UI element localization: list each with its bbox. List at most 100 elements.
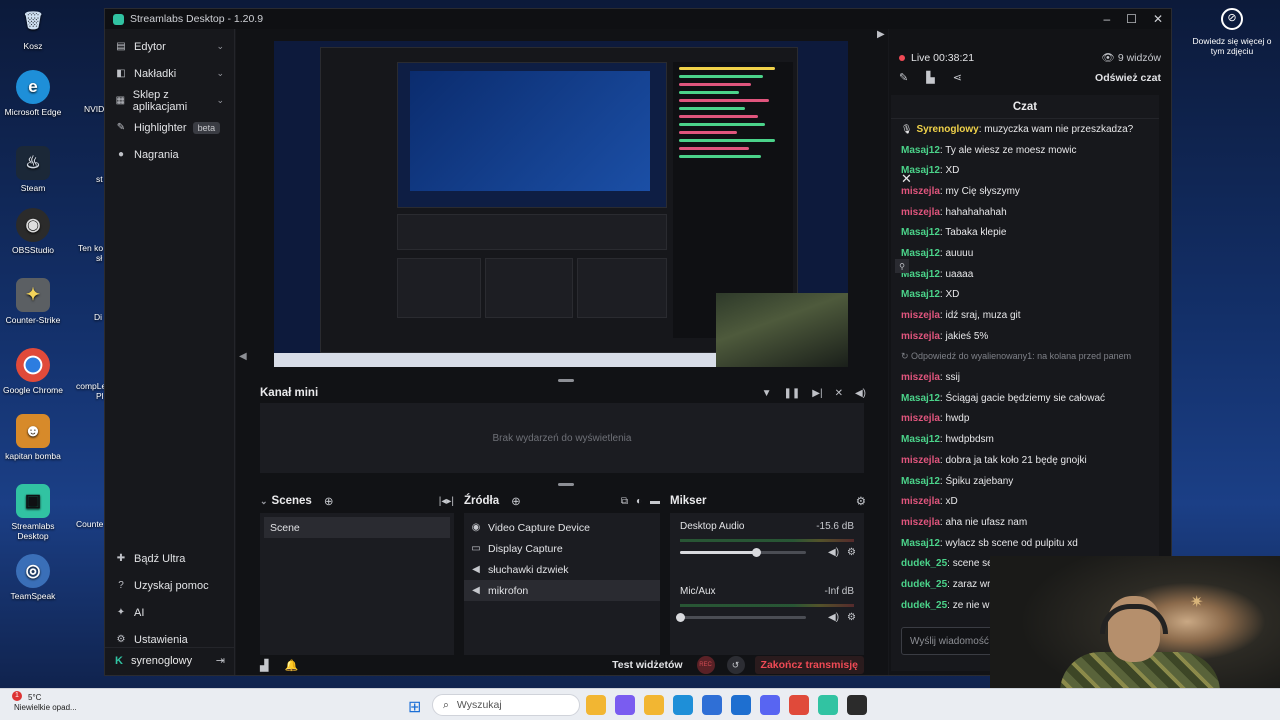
chat-username[interactable]: Masaj12 — [901, 289, 940, 300]
collapse-sidebar-icon[interactable]: ◀ — [239, 351, 247, 362]
chat-username[interactable]: miszejla — [901, 207, 940, 218]
desktop-icon-kapitan-bomba[interactable]: ☻ kapitan bomba — [0, 414, 66, 461]
chrome-icon[interactable] — [789, 695, 809, 715]
source-item-display-capture[interactable]: ▭ Display Capture — [464, 538, 660, 559]
minimize-button[interactable]: – — [1103, 12, 1110, 26]
resize-handle[interactable] — [558, 483, 574, 486]
scene-item[interactable]: Scene — [264, 517, 450, 538]
close-button[interactable]: ✕ — [1153, 12, 1163, 26]
chat-username[interactable]: Masaj12 — [901, 538, 940, 549]
sidebar-item-ai[interactable]: ✦ AI — [105, 599, 235, 626]
mixer-settings-icon[interactable]: ⚙ — [856, 494, 866, 508]
discord-icon[interactable] — [760, 695, 780, 715]
folder-icon[interactable] — [644, 695, 664, 715]
test-widgets-button[interactable]: Test widżetów — [612, 659, 682, 671]
end-stream-button[interactable]: Zakończ transmisję — [754, 656, 864, 674]
chat-username[interactable]: dudek_25 — [901, 558, 947, 569]
add-scene-icon[interactable]: ⊕ — [324, 494, 334, 508]
sidebar-item-editor[interactable]: ▤ Edytor ⌄ — [105, 33, 234, 60]
edit-stream-icon[interactable]: ✎ — [899, 71, 908, 84]
add-source-icon[interactable]: ⊕ — [511, 494, 521, 508]
source-item-video-capture[interactable]: ◉ Video Capture Device — [464, 517, 660, 538]
chat-username[interactable]: Masaj12 — [901, 434, 940, 445]
desktop-icon-obs[interactable]: ◉ OBSStudio — [0, 208, 66, 255]
source-group-icon[interactable]: ⧉ — [621, 496, 628, 507]
chat-username[interactable]: Masaj12 — [901, 145, 940, 156]
store-icon[interactable] — [702, 695, 722, 715]
sidebar-item-ultra[interactable]: ✚ Bądź Ultra — [105, 545, 235, 572]
volume-slider-knob[interactable] — [751, 548, 761, 557]
replay-buffer-icon[interactable]: ↺ — [726, 656, 745, 674]
volume-slider-knob[interactable] — [676, 613, 685, 622]
chat-username[interactable]: dudek_25 — [901, 600, 947, 611]
scene-transitions-icon[interactable]: |◂▸| — [439, 496, 454, 507]
desktop-icon-counter-strike[interactable]: ✦ Counter-Strike — [0, 278, 66, 325]
notifications-icon[interactable]: 🔔 — [284, 659, 298, 672]
windows-start-icon[interactable]: ⊞ — [408, 697, 421, 717]
weather-widget[interactable]: 1 5°C Niewielkie opad... — [12, 691, 77, 712]
stream-preview[interactable] — [274, 41, 848, 367]
desktop-icon-edge[interactable]: e Microsoft Edge — [0, 70, 66, 117]
gear-icon[interactable]: ⚙ — [847, 547, 856, 558]
chat-username[interactable]: miszejla — [901, 372, 940, 383]
chat-username[interactable]: miszejla — [901, 331, 940, 342]
chat-username[interactable]: miszejla — [901, 496, 940, 507]
chat-username[interactable]: Masaj12 — [901, 227, 940, 238]
copilot-icon[interactable] — [615, 695, 635, 715]
edge-icon[interactable] — [673, 695, 693, 715]
user-account[interactable]: K syrenoglowy ⇥ — [105, 647, 235, 673]
source-visibility-icon[interactable]: ◐ — [636, 496, 642, 507]
file-explorer-icon[interactable] — [586, 695, 606, 715]
chat-username[interactable]: miszejla — [901, 413, 940, 424]
chat-username[interactable]: miszejla — [901, 310, 940, 321]
desktop-icon-steam[interactable]: ♨ Steam — [0, 146, 66, 193]
close-icon[interactable]: ✕ — [901, 171, 912, 187]
volume-icon[interactable]: ◀) — [855, 388, 866, 399]
chat-username[interactable]: miszejla — [901, 517, 940, 528]
chat-username[interactable]: Syrenoglowy — [916, 124, 978, 135]
streamlabs-icon[interactable] — [818, 695, 838, 715]
sidebar-item-highlighter[interactable]: ✎ Highlighter beta — [105, 114, 234, 141]
desktop-icon-recycle-bin[interactable]: 🗑 Kosz — [0, 4, 66, 51]
sidebar-item-help[interactable]: ? Uzyskaj pomoc — [105, 572, 235, 599]
chat-username[interactable]: miszejla — [901, 455, 940, 466]
skip-icon[interactable]: ▶| — [812, 388, 822, 399]
performance-icon[interactable]: ▟ — [260, 659, 268, 672]
source-item-headphones-audio[interactable]: ◀ słuchawki dzwiek — [464, 559, 660, 580]
speaker-icon[interactable]: ◀) — [828, 547, 839, 558]
collapse-chevron-icon[interactable]: ⌄ — [260, 496, 268, 507]
resize-handle[interactable] — [558, 379, 574, 382]
folder-icon[interactable]: ▬ — [650, 496, 660, 507]
record-button[interactable]: REC — [696, 656, 715, 674]
chat-username[interactable]: Masaj12 — [901, 393, 940, 404]
mute-alerts-icon[interactable]: ✕ — [835, 388, 843, 399]
outlook-icon[interactable] — [731, 695, 751, 715]
speaker-icon[interactable]: ◀) — [828, 612, 839, 623]
desktop-icon-teamspeak[interactable]: ◎ TeamSpeak — [0, 554, 66, 601]
desktop-icon-chrome[interactable]: Google Chrome — [0, 348, 66, 395]
source-item-microphone[interactable]: ◀ mikrofon — [464, 580, 660, 601]
dashboard-icon[interactable]: ▙ — [926, 71, 934, 84]
chat-username[interactable]: dudek_25 — [901, 579, 947, 590]
sidebar-item-recordings[interactable]: ● Nagrania — [105, 141, 234, 168]
learn-more-widget[interactable]: ⊘ Dowiedz się więcej o tym zdjęciu — [1186, 8, 1278, 56]
title-bar[interactable]: Streamlabs Desktop - 1.20.9 – ☐ ✕ — [105, 9, 1171, 29]
taskbar-search[interactable]: ⌕ Wyszukaj — [432, 694, 580, 716]
chat-username[interactable]: Masaj12 — [901, 476, 940, 487]
share-icon[interactable]: ⋖ — [953, 71, 962, 84]
logout-icon[interactable]: ⇥ — [216, 654, 225, 667]
maximize-button[interactable]: ☐ — [1126, 12, 1137, 26]
expand-chat-icon[interactable]: ▶ — [877, 29, 885, 40]
volume-slider[interactable] — [680, 548, 806, 557]
sidebar-item-overlays[interactable]: ◧ Nakładki ⌄ — [105, 60, 234, 87]
filter-icon[interactable]: ▼ — [762, 388, 772, 399]
desktop-icon-streamlabs[interactable]: ▣ Streamlabs Desktop — [0, 484, 66, 541]
refresh-chat-button[interactable]: Odśwież czat — [1095, 72, 1161, 84]
pin-icon[interactable]: ⚲ — [895, 259, 909, 273]
sidebar-item-app-store[interactable]: ▦ Sklep z aplikacjami ⌄ — [105, 87, 234, 114]
chat-username[interactable]: miszejla — [901, 186, 940, 197]
pause-icon[interactable]: ❚❚ — [784, 388, 801, 399]
obs-icon[interactable] — [847, 695, 867, 715]
gear-icon[interactable]: ⚙ — [847, 612, 856, 623]
chat-username[interactable]: Masaj12 — [901, 248, 940, 259]
